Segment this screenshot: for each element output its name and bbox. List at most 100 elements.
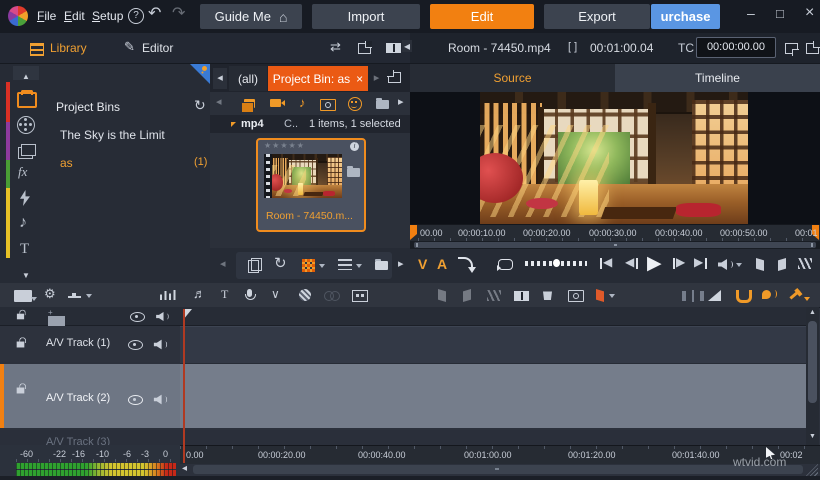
list-view-icon[interactable] (338, 259, 352, 270)
send-to-timeline-arrow-icon[interactable] (458, 257, 476, 273)
track-1-content[interactable] (180, 326, 806, 364)
export-button[interactable]: Export (544, 4, 650, 29)
preview-ruler[interactable]: 00.00 00:00:10.00 00:00:20.00 00:00:30.0… (410, 224, 820, 242)
track-size-icon[interactable] (68, 293, 81, 298)
vscroll-handle[interactable] (808, 321, 817, 403)
menu-file[interactable]: FFileile (37, 9, 56, 23)
browse-folder-icon[interactable] (376, 98, 389, 109)
sidebar-item-media[interactable] (18, 144, 36, 159)
edit-mode-button[interactable]: Edit (430, 4, 534, 29)
menu-edit[interactable]: Edit (64, 9, 85, 23)
tl-mark-out-icon[interactable] (463, 289, 471, 302)
track-2-lock-icon[interactable] (16, 383, 27, 394)
tl-mark-in-icon[interactable] (438, 289, 446, 302)
column-label[interactable]: C.. (284, 118, 298, 130)
track-overlay-icon[interactable] (514, 291, 529, 301)
mark-in-icon[interactable] (756, 258, 764, 271)
clip-folder-icon[interactable] (347, 166, 360, 177)
marker-caret[interactable] (609, 294, 615, 298)
sidebar-item-effects[interactable]: fx (18, 164, 27, 180)
tab-close-icon[interactable]: × (356, 72, 363, 86)
timeline-settings-gear-icon[interactable]: ⚙ (44, 287, 56, 300)
redo-icon[interactable]: ↷ (172, 6, 185, 22)
video-frame[interactable] (480, 92, 748, 224)
tab-timeline[interactable]: Timeline (615, 64, 820, 92)
vscroll-down-icon[interactable]: ▼ (809, 433, 816, 440)
send-to-icon[interactable] (375, 259, 388, 270)
help-icon[interactable]: ? (128, 8, 144, 24)
trim-mode-icon[interactable] (708, 290, 721, 301)
track-1-label[interactable]: A/V Track (1) (46, 337, 110, 349)
loop-playback-icon[interactable] (497, 259, 513, 271)
play-button[interactable]: ▶ (647, 252, 662, 275)
hscroll-left-icon[interactable]: ◂ (182, 464, 187, 474)
video-filter-icon[interactable] (270, 99, 281, 107)
toolbox-caret[interactable] (804, 297, 810, 301)
refresh-icon[interactable]: ↻ (274, 256, 287, 271)
panel-pin-corner[interactable] (190, 64, 210, 84)
tc-field[interactable]: 00:00:00.00 (696, 37, 776, 58)
playhead-line[interactable] (183, 309, 185, 463)
browser-tab-scroll-left[interactable]: ◂ (213, 68, 227, 89)
voiceover-icon[interactable] (245, 289, 256, 300)
master-audio-icon[interactable] (156, 312, 169, 321)
browser-page-right-icon[interactable]: ▸ (398, 259, 404, 270)
tab-source[interactable]: Source (410, 64, 615, 92)
score-music-icon[interactable]: ♬ (193, 287, 206, 300)
new-tab-icon[interactable] (388, 72, 401, 83)
track-2-visibility-icon[interactable] (128, 395, 143, 405)
timeline-vscrollbar[interactable]: ▲ ▼ (806, 307, 819, 445)
tab-project-bin-as[interactable]: Project Bin: as × (268, 66, 368, 91)
audio-toggle[interactable]: A (437, 256, 447, 272)
timeline-hscrollbar[interactable]: ◂ (180, 463, 820, 476)
preview-scrollbar[interactable] (410, 241, 820, 249)
collapse-panel-icon[interactable]: ◂ (402, 40, 413, 52)
maximize-button[interactable]: □ (776, 7, 784, 20)
copy-items-icon[interactable] (248, 258, 262, 273)
scrollbar-left-grip[interactable] (416, 243, 418, 247)
rating-stars[interactable]: ★★★★★ (264, 141, 305, 150)
track-row-3[interactable]: A/V Track (3) (0, 430, 806, 445)
title-editor-icon[interactable]: T (221, 288, 228, 300)
undock-preview-icon[interactable] (806, 41, 820, 54)
track-size-caret[interactable] (86, 294, 92, 298)
keyframe-image-icon[interactable] (352, 290, 368, 302)
info-icon[interactable]: i (350, 142, 359, 151)
volume-curve-icon[interactable]: ∨ (271, 288, 280, 300)
gap-close-icon[interactable] (682, 290, 704, 302)
blend-clips-icon[interactable] (324, 291, 340, 301)
browser-page-left-icon[interactable]: ◂ (220, 259, 226, 270)
bin-item-as[interactable]: as (60, 156, 73, 170)
scrollbar-right-grip[interactable] (811, 243, 813, 247)
minimize-button[interactable]: – (747, 6, 755, 20)
import-button[interactable]: Import (312, 4, 420, 29)
go-to-end-icon[interactable]: ▶ (694, 256, 703, 268)
track-1-visibility-icon[interactable] (128, 340, 143, 350)
volume-icon[interactable] (718, 259, 733, 270)
mark-in-handle[interactable] (410, 225, 417, 240)
master-lock-icon[interactable] (16, 309, 26, 320)
mark-out-icon[interactable] (778, 258, 786, 271)
smiley-filter-icon[interactable] (348, 97, 362, 111)
master-visibility-icon[interactable] (130, 312, 145, 322)
dual-view-icon[interactable] (386, 43, 401, 53)
popout-icon[interactable] (358, 41, 372, 54)
sidebar-item-transitions[interactable] (20, 190, 30, 206)
toolbox-icon[interactable] (789, 289, 801, 300)
track-1-audio-icon[interactable] (154, 340, 168, 350)
video-toggle[interactable]: V (418, 256, 427, 272)
purchase-button[interactable]: urchase (651, 4, 720, 29)
timeline-ruler[interactable]: 0.00 00:00:20.00 00:00:40.00 00:01:00.00… (180, 445, 820, 464)
go-to-start-icon[interactable]: ◀ (603, 256, 612, 268)
group-collapse-icon[interactable] (231, 122, 236, 127)
timeline-display-caret[interactable] (31, 297, 37, 301)
magnet-snap-icon[interactable] (736, 290, 752, 303)
snapshot-icon[interactable] (568, 290, 584, 302)
close-button[interactable]: × (805, 5, 814, 21)
add-media-icon[interactable] (241, 99, 255, 113)
guide-me-button[interactable]: Guide Me ⌂ (200, 4, 302, 29)
list-view-caret[interactable] (356, 264, 362, 268)
sidebar-scroll-down[interactable]: ▼ (13, 265, 39, 280)
sidebar-item-titles[interactable]: T (20, 241, 29, 258)
link-icon[interactable]: ⇄ (330, 40, 341, 53)
